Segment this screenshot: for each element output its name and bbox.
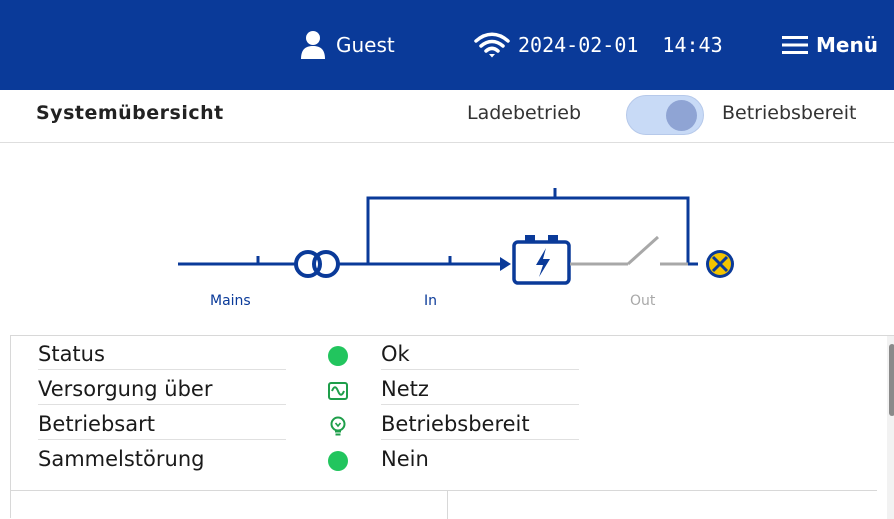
switch-open-icon xyxy=(570,235,688,266)
mode-label: Ladebetrieb xyxy=(467,102,582,124)
in-line xyxy=(338,256,511,271)
bypass-line xyxy=(366,188,698,266)
status-value: Ok xyxy=(381,342,579,370)
status-row: Betriebsart Betriebsbereit xyxy=(11,408,611,443)
supply-label: Versorgung über xyxy=(38,377,286,405)
mains-line xyxy=(178,256,296,266)
battery-charging-icon xyxy=(512,235,571,285)
date-display: 2024-02-01 xyxy=(518,33,639,57)
menu-button[interactable]: Menü xyxy=(780,28,878,62)
toggle-knob xyxy=(666,100,697,131)
page-header: Systemübersicht Ladebetrieb Betriebsbere… xyxy=(0,90,894,143)
out-label: Out xyxy=(630,293,656,309)
scrollbar-thumb[interactable] xyxy=(889,344,894,416)
page-title: Systemübersicht xyxy=(36,102,224,124)
in-label: In xyxy=(424,293,438,309)
mains-wave-icon xyxy=(327,380,349,402)
status-row: Sammelstörung Nein xyxy=(11,443,611,478)
state-label: Betriebsbereit xyxy=(722,102,857,124)
wifi-icon xyxy=(474,32,510,58)
lamp-icon xyxy=(706,250,734,278)
time-display: 14:43 xyxy=(662,33,723,57)
connection-datetime: 2024-02-01 14:43 xyxy=(474,28,723,62)
mains-label: Mains xyxy=(210,293,251,309)
green-dot-icon xyxy=(327,345,349,367)
transformer-icon xyxy=(294,250,340,278)
hamburger-icon xyxy=(782,36,808,54)
supply-value: Netz xyxy=(381,377,579,405)
divider xyxy=(11,490,877,491)
menu-label: Menü xyxy=(816,33,878,57)
status-row: Status Ok xyxy=(11,338,611,373)
bulb-icon xyxy=(327,415,349,437)
user-icon xyxy=(301,31,325,59)
user-button[interactable]: Guest xyxy=(300,28,395,62)
green-dot-icon xyxy=(327,450,349,472)
mode-toggle[interactable] xyxy=(626,95,704,135)
mode-row-value: Betriebsbereit xyxy=(381,412,579,440)
fault-value: Nein xyxy=(381,447,429,471)
status-label: Status xyxy=(38,342,286,370)
system-diagram: Mains In Out xyxy=(0,143,894,335)
status-panel: Status Ok Versorgung über Netz Betriebsa… xyxy=(10,335,894,519)
status-row: Versorgung über Netz xyxy=(11,373,611,408)
fault-label: Sammelstörung xyxy=(38,447,205,471)
mode-row-label: Betriebsart xyxy=(38,412,286,440)
top-bar: Guest 2024-02-01 14:43 Menü xyxy=(0,0,894,90)
user-label: Guest xyxy=(336,33,395,57)
divider xyxy=(447,491,448,519)
